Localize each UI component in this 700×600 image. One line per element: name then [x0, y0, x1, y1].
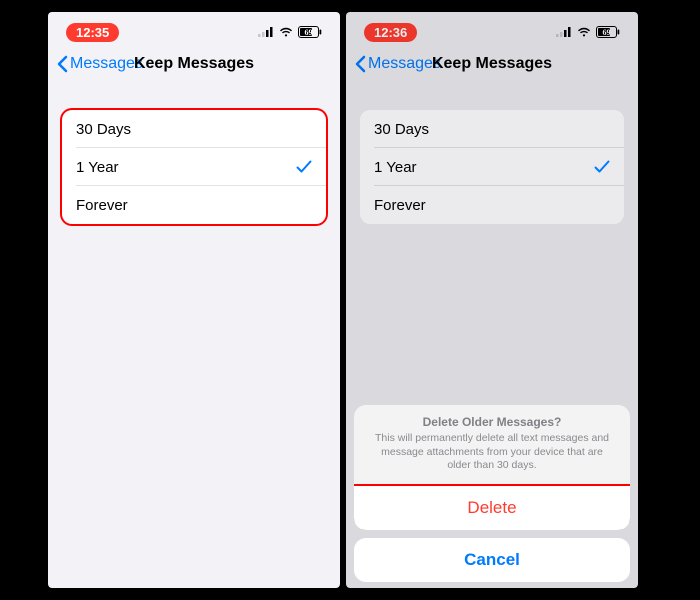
keep-messages-options: 30 Days 1 Year Forever	[62, 110, 326, 224]
cancel-button[interactable]: Cancel	[354, 538, 630, 582]
option-forever[interactable]: Forever	[360, 186, 624, 224]
page-title: Keep Messages	[134, 55, 254, 73]
phone-screen-right: 12:36 69 Messages Keep Messages 30 Days	[346, 12, 638, 588]
option-label: 1 Year	[374, 159, 417, 176]
status-time-pill: 12:36	[364, 23, 417, 42]
nav-bar: Messages Keep Messages	[48, 44, 340, 84]
back-label: Messages	[70, 55, 143, 73]
checkmark-icon	[594, 160, 610, 174]
back-label: Messages	[368, 55, 441, 73]
content-area: 30 Days 1 Year Forever Delete Older Mess…	[346, 84, 638, 588]
wifi-icon	[279, 27, 293, 37]
option-label: 1 Year	[76, 159, 119, 176]
action-sheet-title: Delete Older Messages?	[370, 415, 614, 429]
battery-icon: 69	[298, 26, 322, 38]
option-30-days[interactable]: 30 Days	[62, 110, 326, 148]
option-label: Forever	[374, 197, 426, 214]
option-forever[interactable]: Forever	[62, 186, 326, 224]
delete-button[interactable]: Delete	[354, 486, 630, 530]
action-sheet-header: Delete Older Messages? This will permane…	[354, 405, 630, 486]
back-button[interactable]: Messages	[56, 55, 143, 73]
page-title: Keep Messages	[432, 55, 552, 73]
action-sheet-message: This will permanently delete all text me…	[370, 432, 614, 473]
cell-signal-icon	[258, 27, 274, 37]
option-label: 30 Days	[76, 121, 131, 138]
option-1-year[interactable]: 1 Year	[360, 148, 624, 186]
nav-bar: Messages Keep Messages	[346, 44, 638, 84]
status-bar: 12:36 69	[346, 12, 638, 44]
option-1-year[interactable]: 1 Year	[62, 148, 326, 186]
action-sheet: Delete Older Messages? This will permane…	[354, 405, 630, 582]
cell-signal-icon	[556, 27, 572, 37]
phone-screen-left: 12:35 69 Messages Keep Messages 30 Days	[48, 12, 340, 588]
svg-text:69: 69	[603, 28, 611, 37]
back-button[interactable]: Messages	[354, 55, 441, 73]
chevron-left-icon	[354, 55, 366, 73]
keep-messages-options: 30 Days 1 Year Forever	[360, 110, 624, 224]
battery-icon: 69	[596, 26, 620, 38]
status-indicators: 69	[556, 26, 620, 38]
option-30-days[interactable]: 30 Days	[360, 110, 624, 148]
content-area: 30 Days 1 Year Forever	[48, 84, 340, 588]
option-label: Forever	[76, 197, 128, 214]
status-time-pill: 12:35	[66, 23, 119, 42]
svg-text:69: 69	[305, 28, 313, 37]
option-label: 30 Days	[374, 121, 429, 138]
checkmark-icon	[296, 160, 312, 174]
status-bar: 12:35 69	[48, 12, 340, 44]
wifi-icon	[577, 27, 591, 37]
status-indicators: 69	[258, 26, 322, 38]
chevron-left-icon	[56, 55, 68, 73]
action-sheet-card: Delete Older Messages? This will permane…	[354, 405, 630, 530]
